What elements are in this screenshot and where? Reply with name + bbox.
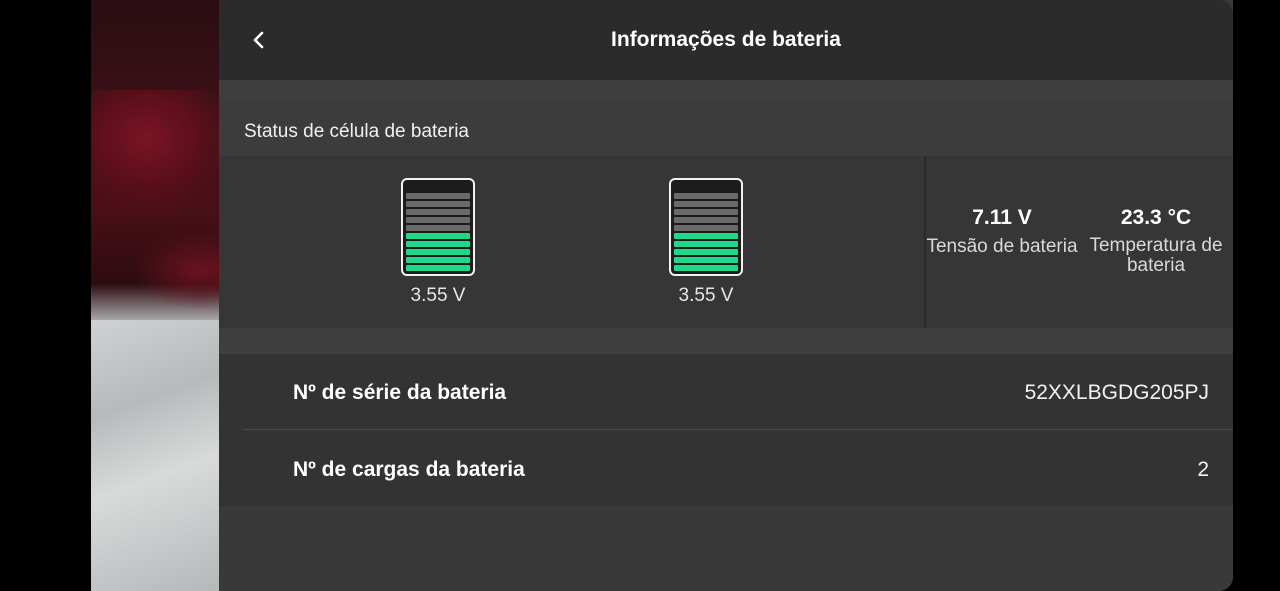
list-item-serial: Nº de série da bateria 52XXLBGDG205PJ [243, 354, 1233, 430]
battery-voltage-value: 7.11 V [972, 206, 1032, 229]
cell-bar-filled [406, 257, 470, 263]
spacer [219, 328, 1233, 354]
cell-voltage-label: 3.55 V [410, 285, 466, 306]
screen: Informações de bateria Status de célula … [0, 0, 1280, 591]
charges-label: Nº de cargas da bateria [293, 458, 525, 481]
cell-bar-empty [406, 193, 470, 199]
battery-cell-indicator [401, 178, 475, 276]
cell-bar-empty [406, 201, 470, 207]
cell-bar-filled [674, 249, 738, 255]
cell-bar-filled [406, 233, 470, 239]
cell-bar-filled [674, 265, 738, 271]
cell-bar-empty [674, 201, 738, 207]
cell-bar-filled [674, 233, 738, 239]
battery-info-panel: Informações de bateria Status de célula … [91, 0, 1233, 591]
cell-voltage-label: 3.55 V [678, 285, 734, 306]
spacer [219, 80, 1233, 100]
battery-temperature-value: 23.3 °C [1120, 206, 1192, 229]
cell-bar-empty [406, 225, 470, 231]
page-title: Informações de bateria [611, 28, 841, 51]
cell-bar-empty [406, 209, 470, 215]
cell-bar-filled [406, 249, 470, 255]
divider [243, 429, 1233, 430]
cell-bar-empty [406, 217, 470, 223]
battery-voltage-label: Tensão de bateria [926, 236, 1078, 257]
list-item-charges: Nº de cargas da bateria 2 [243, 431, 1233, 507]
cell-bar-empty [674, 209, 738, 215]
cell-bar-filled [406, 265, 470, 271]
cell-bar-empty [674, 193, 738, 199]
section-title: Status de célula de bateria [244, 121, 469, 142]
cell-status-area [219, 156, 925, 328]
cell-bar-empty [674, 225, 738, 231]
cell-bar-filled [674, 257, 738, 263]
cell-bar-filled [674, 241, 738, 247]
cell-bar-filled [406, 241, 470, 247]
battery-temperature-label: Temperatura de bateria [1089, 235, 1223, 276]
panel-footer [219, 506, 1233, 591]
serial-value: 52XXLBGDG205PJ [1024, 381, 1209, 404]
cell-bar-empty [674, 217, 738, 223]
battery-cell-indicator [669, 178, 743, 276]
charges-value: 2 [1197, 458, 1209, 481]
serial-label: Nº de série da bateria [293, 381, 507, 404]
